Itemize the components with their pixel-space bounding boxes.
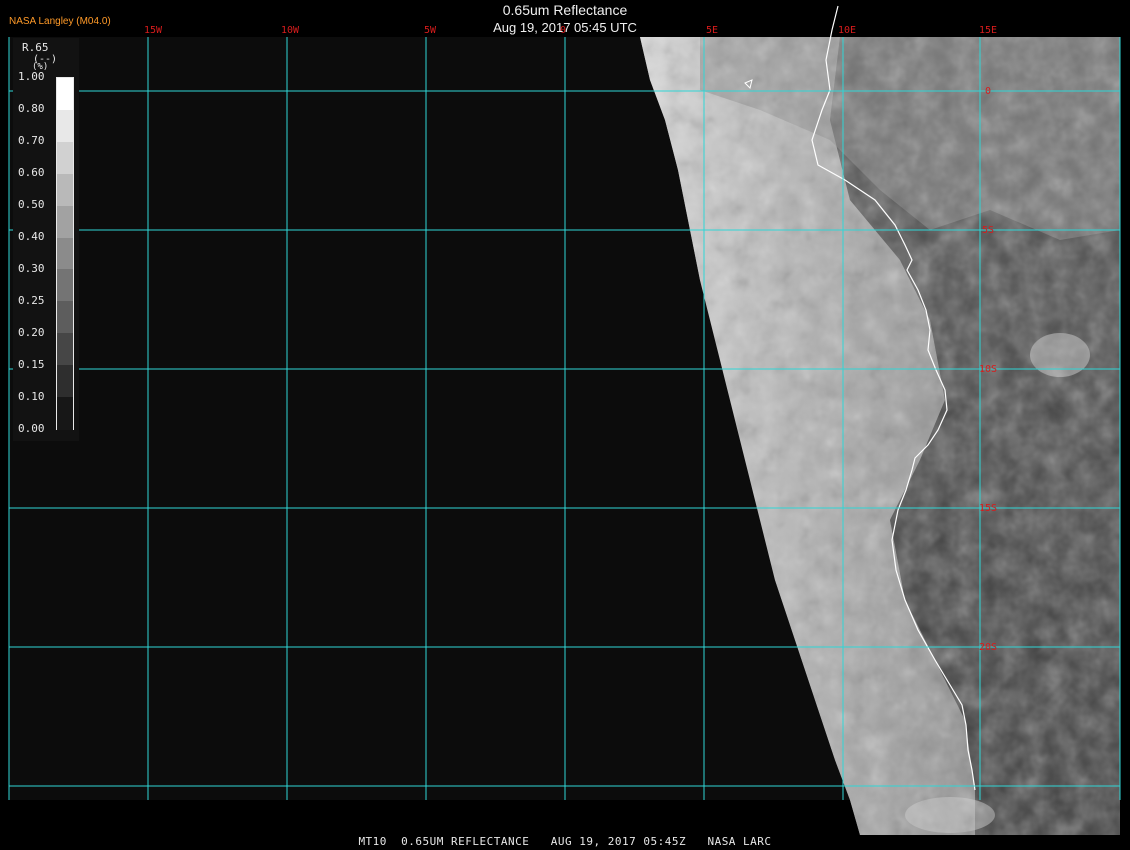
latitude-label: 10S — [979, 364, 997, 375]
legend-color-step — [57, 237, 73, 271]
legend-variable: R.65 — [22, 41, 49, 54]
legend-color-step — [57, 173, 73, 207]
latitude-label: 5S — [982, 225, 994, 236]
legend-tick-label: 0.70 — [18, 134, 45, 147]
legend-color-step — [57, 205, 73, 239]
legend-color-step — [57, 365, 73, 399]
legend-color-step — [57, 397, 73, 430]
producer-label: NASA Langley (M04.0) — [9, 16, 111, 27]
legend-tick-label: 0.30 — [18, 262, 45, 275]
legend-color-step — [57, 333, 73, 367]
latitude-label: 0 — [985, 86, 991, 97]
legend-tick-label: 0.40 — [18, 230, 45, 243]
legend-tick-label: 0.25 — [18, 294, 45, 307]
legend-colorbar — [56, 77, 74, 430]
latitude-label: 20S — [979, 642, 997, 653]
legend-tick-label: 0.80 — [18, 102, 45, 115]
latitude-label: 15S — [979, 503, 997, 514]
footer-caption: MT10 0.65UM REFLECTANCE AUG 19, 2017 05:… — [358, 835, 772, 848]
legend-tick-label: 0.10 — [18, 390, 45, 403]
legend-tick-label: 1.00 — [18, 70, 45, 83]
legend-color-step — [57, 301, 73, 335]
legend-tick-label: 0.00 — [18, 422, 45, 435]
legend-tick-label: 0.60 — [18, 166, 45, 179]
image-title: 0.65um Reflectance — [502, 2, 628, 18]
legend-tick-label: 0.15 — [18, 358, 45, 371]
legend-tick-label: 0.50 — [18, 198, 45, 211]
legend-color-step — [57, 78, 73, 111]
satellite-image-frame: 15W 10W 5W 0 5E 10E 15E 0 5S 10S 15S 20S 0.65um Re… — [0, 0, 1130, 850]
legend-color-step — [57, 141, 73, 175]
legend-tick-label: 0.20 — [18, 326, 45, 339]
image-timestamp: Aug 19, 2017 05:45 UTC — [493, 20, 637, 35]
legend-color-step — [57, 269, 73, 303]
reflectance-map: 15W 10W 5W 0 5E 10E 15E 05S10S15S20S — [8, 5, 1121, 835]
legend-color-step — [57, 109, 73, 143]
